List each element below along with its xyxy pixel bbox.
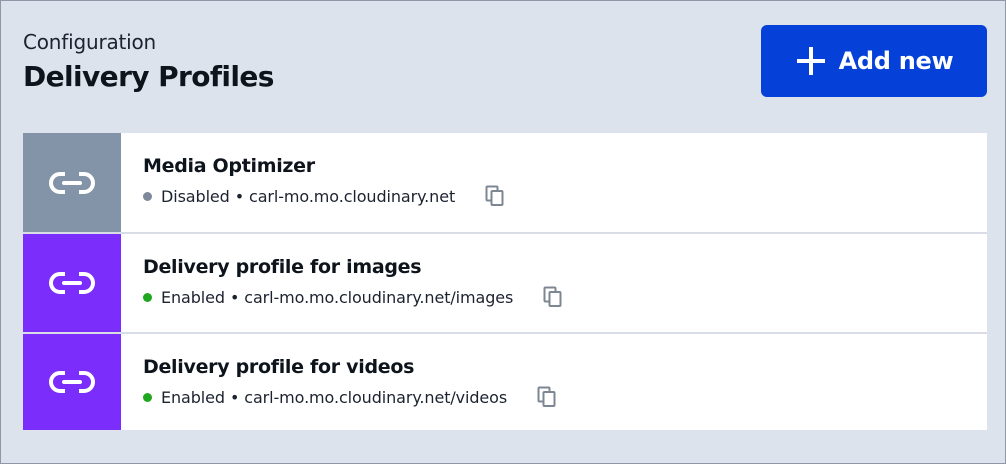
separator: • <box>229 186 250 206</box>
profile-thumbnail <box>23 234 121 332</box>
profile-row[interactable]: Delivery profile for images Enabled • ca… <box>23 234 987 334</box>
add-new-button[interactable]: Add new <box>761 25 987 97</box>
separator: • <box>224 387 245 407</box>
page-subtitle: Configuration <box>23 30 157 54</box>
separator: • <box>224 287 245 307</box>
status-dot <box>143 292 152 302</box>
profile-thumbnail <box>23 334 121 430</box>
profile-list: Media Optimizer Disabled • carl-mo.mo.cl… <box>23 133 987 430</box>
copy-icon[interactable] <box>485 185 505 207</box>
profile-status: Enabled <box>161 387 225 407</box>
profile-thumbnail <box>23 133 121 232</box>
profile-name: Delivery profile for images <box>143 256 422 278</box>
profile-row[interactable]: Media Optimizer Disabled • carl-mo.mo.cl… <box>23 133 987 234</box>
page-title: Delivery Profiles <box>23 60 274 93</box>
profile-status: Disabled <box>161 186 230 206</box>
link-icon <box>49 170 95 195</box>
profile-row[interactable]: Delivery profile for videos Enabled • ca… <box>23 334 987 430</box>
link-icon <box>49 271 95 295</box>
plus-icon <box>796 47 825 75</box>
copy-icon[interactable] <box>543 286 563 308</box>
copy-icon[interactable] <box>537 386 557 408</box>
profile-domain: carl-mo.mo.cloudinary.net <box>249 186 456 206</box>
profile-domain: carl-mo.mo.cloudinary.net/videos <box>244 387 508 407</box>
link-icon <box>49 370 95 394</box>
status-dot <box>143 191 152 201</box>
profile-domain: carl-mo.mo.cloudinary.net/images <box>244 287 514 307</box>
profile-name: Media Optimizer <box>143 155 315 177</box>
status-dot <box>143 392 152 402</box>
add-new-label: Add new <box>838 47 954 75</box>
profile-name: Delivery profile for videos <box>143 356 415 378</box>
profile-status: Enabled <box>161 287 225 307</box>
